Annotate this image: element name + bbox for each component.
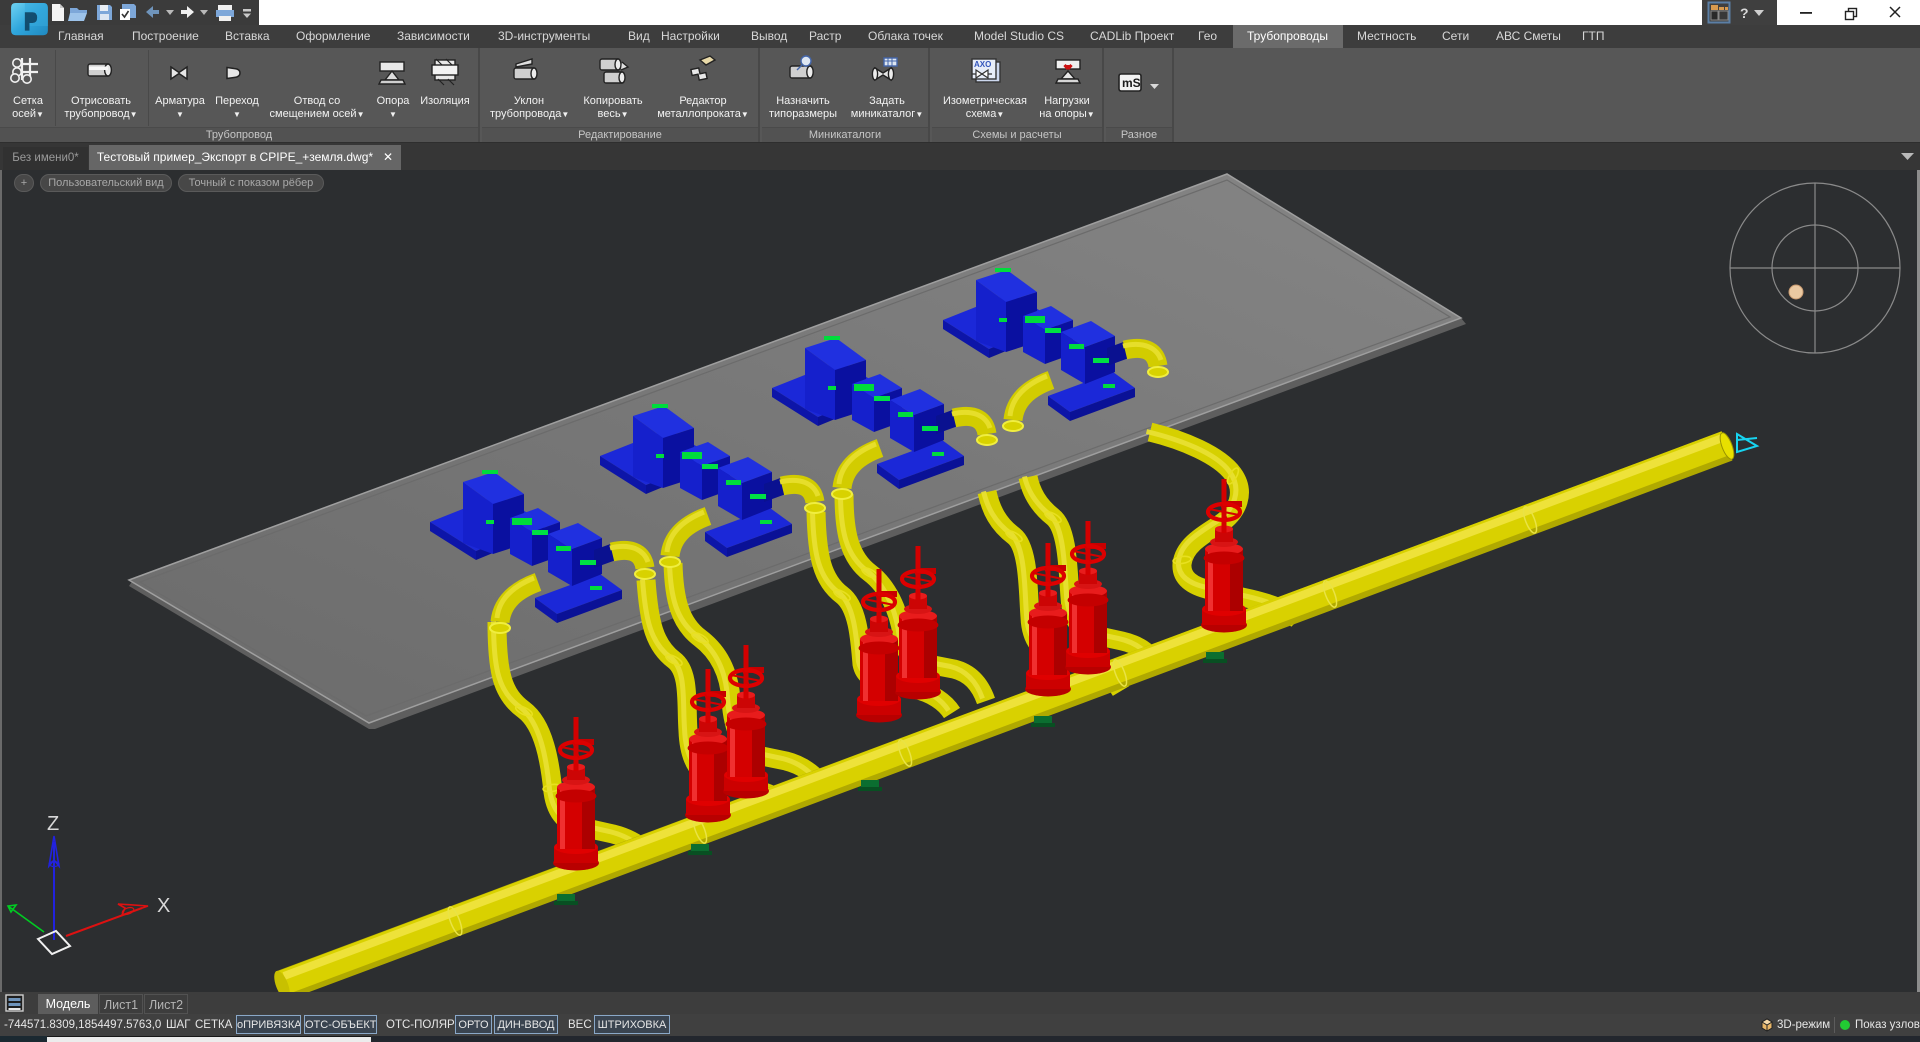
svg-text:Z: Z <box>47 813 59 835</box>
svg-text:mS: mS <box>1122 76 1141 90</box>
svg-text:AXO: AXO <box>974 60 991 69</box>
svg-text:X: X <box>157 895 170 917</box>
svg-text:?: ? <box>1740 5 1749 21</box>
